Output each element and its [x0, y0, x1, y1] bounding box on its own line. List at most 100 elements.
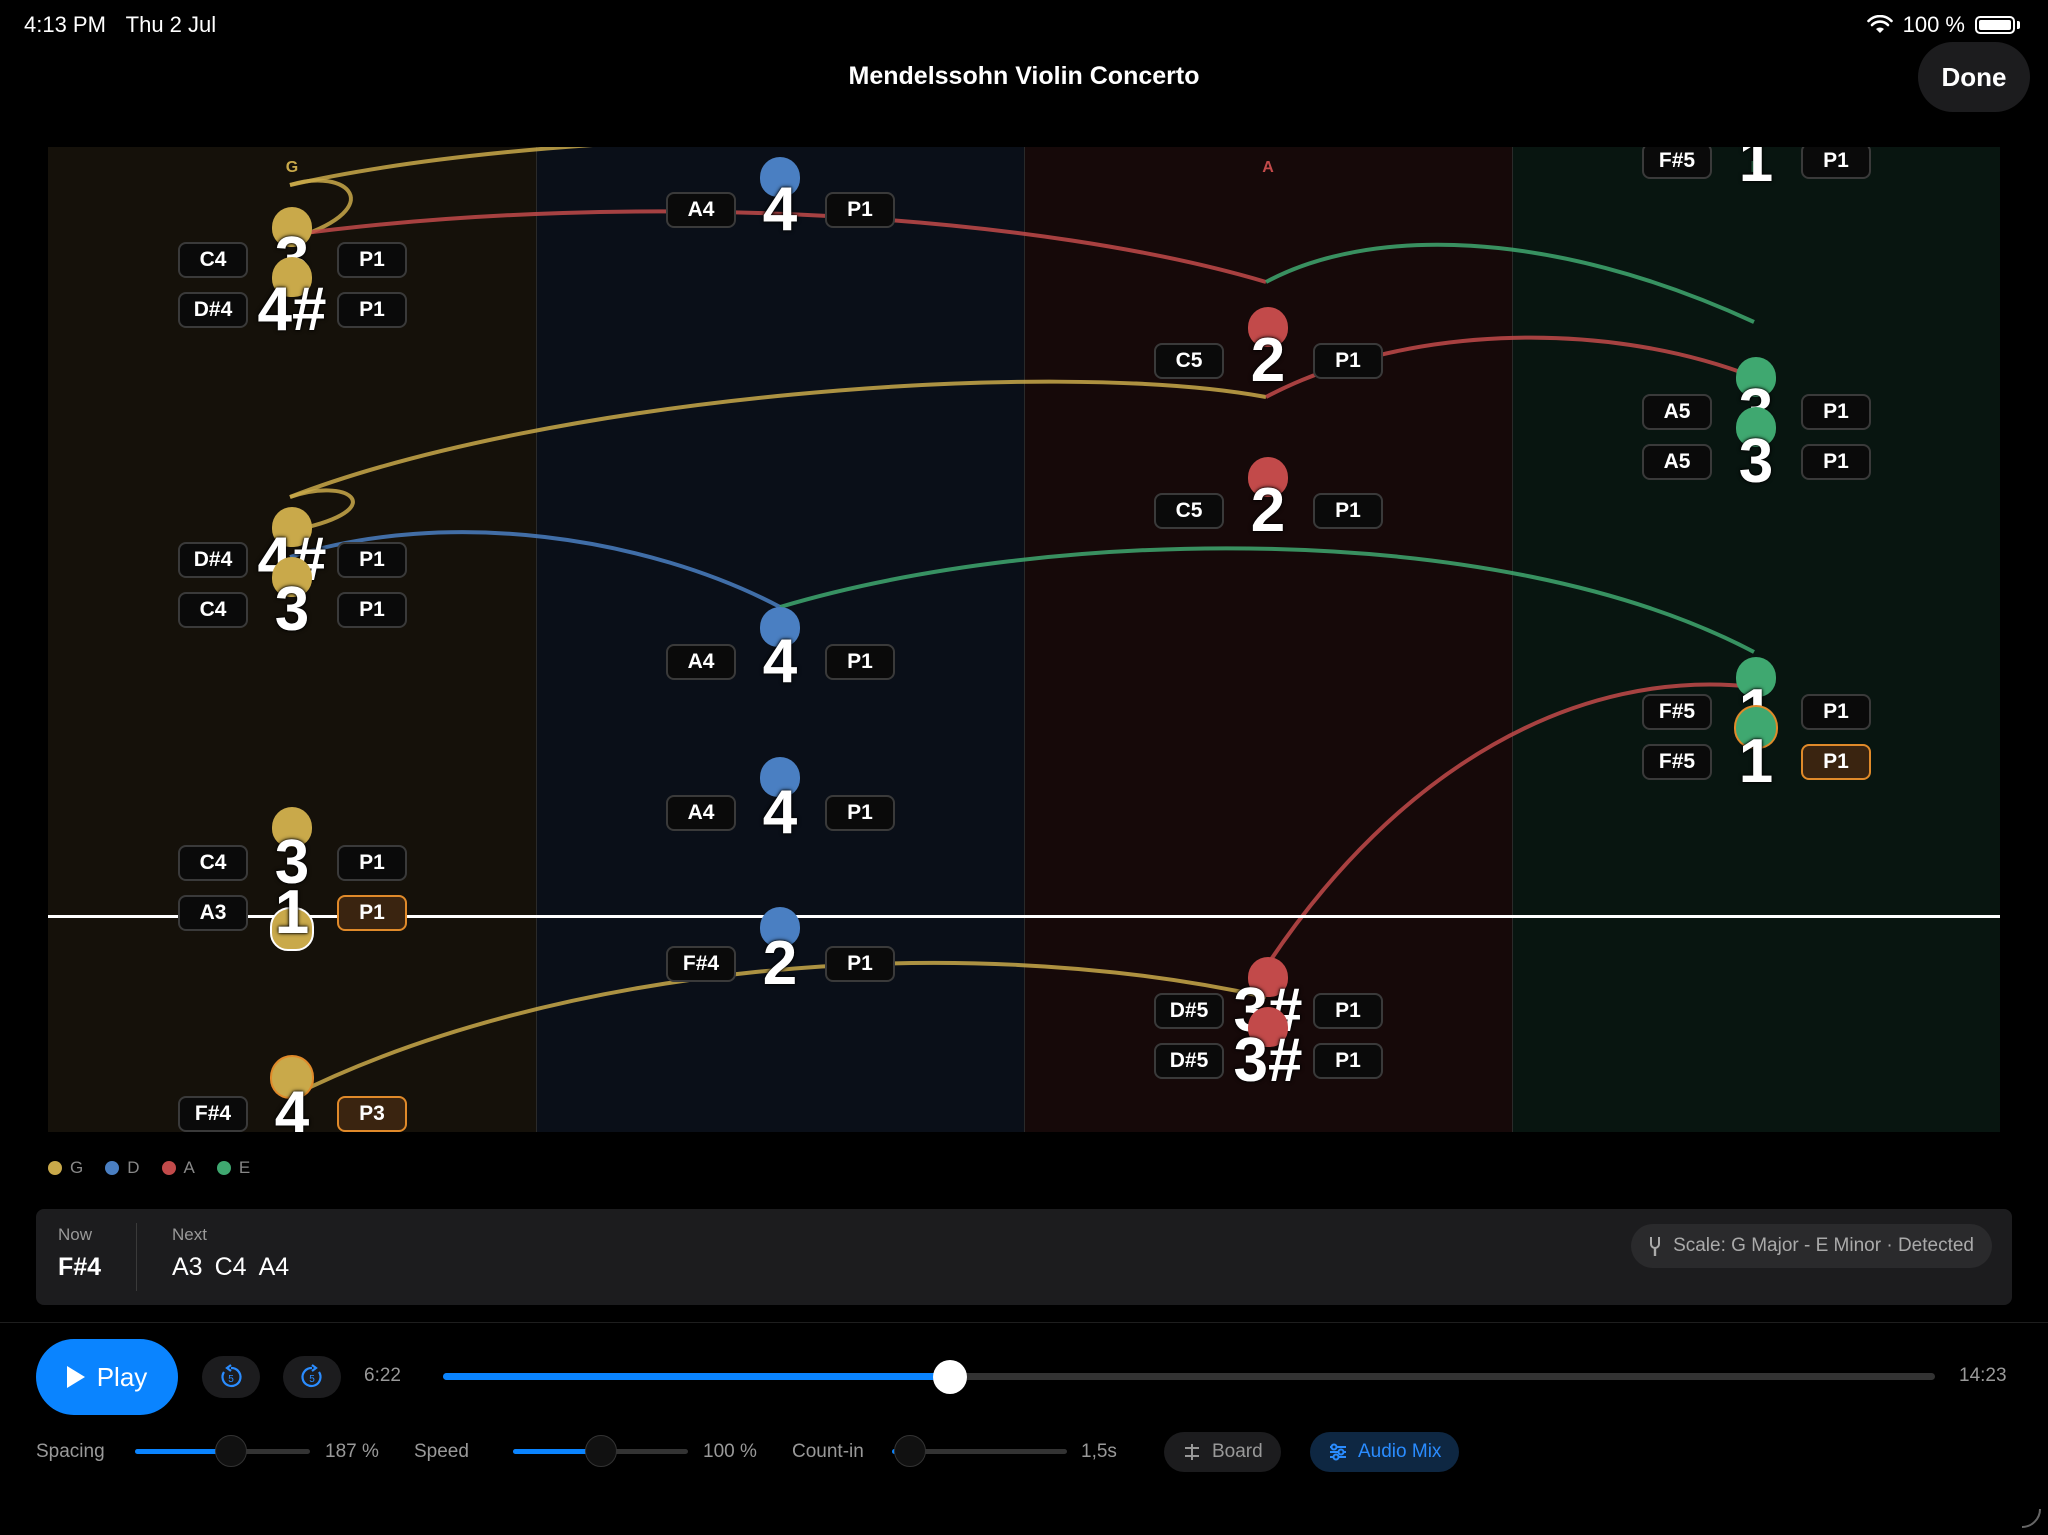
position-tag[interactable]: P1 — [825, 192, 895, 228]
legend-label: D — [127, 1158, 140, 1177]
battery-tip — [2017, 21, 2020, 29]
position-tag[interactable]: P1 — [1801, 394, 1871, 430]
finger-number: 1 — [1738, 727, 1774, 796]
legend-item: D — [105, 1158, 140, 1178]
position-tag[interactable]: P1 — [1313, 1043, 1383, 1079]
pitch-tag: D#5 — [1154, 1043, 1224, 1079]
pitch-tag: C4 — [178, 242, 248, 278]
legend-label: A — [183, 1158, 195, 1177]
position-tag[interactable]: P1 — [825, 795, 895, 831]
position-tag[interactable]: P1 — [1801, 147, 1871, 179]
status-bar: 4:13 PM Thu 2 Jul 100 % — [0, 0, 2048, 48]
audio-mix-button[interactable]: Audio Mix — [1310, 1432, 1460, 1472]
board-icon — [1185, 1444, 1199, 1460]
legend-swatch — [161, 1161, 176, 1175]
finger-number: 3 — [274, 575, 310, 644]
play-icon — [66, 1366, 85, 1388]
position-tag[interactable]: P3 — [337, 1096, 407, 1132]
divider — [136, 1223, 137, 1291]
pitch-tag: D#4 — [178, 292, 248, 328]
finger-number: 4 — [762, 627, 798, 696]
done-button[interactable]: Done — [1918, 42, 2030, 112]
sliders-icon — [1330, 1443, 1346, 1461]
finger-number: 4 — [274, 1079, 310, 1133]
pitch-tag: C5 — [1154, 493, 1224, 529]
position-tag[interactable]: P1 — [337, 845, 407, 881]
svg-text:5: 5 — [309, 1374, 315, 1385]
page-title: Mendelssohn Violin Concerto — [848, 62, 1200, 90]
spacing-knob[interactable] — [215, 1435, 248, 1467]
play-label: Play — [96, 1361, 148, 1392]
pitch-tag: A4 — [666, 192, 736, 228]
note-connection-arc — [1265, 242, 1755, 324]
progress-slider[interactable] — [443, 1373, 1935, 1380]
position-tag[interactable]: P1 — [337, 292, 407, 328]
string-legend: GDAE — [48, 1158, 250, 1178]
scale-badge[interactable]: Scale: G Major - E Minor · Detected — [1631, 1224, 1992, 1268]
finger-number: 1 — [1738, 147, 1774, 195]
legend-swatch — [105, 1161, 120, 1175]
pitch-tag: A5 — [1642, 394, 1712, 430]
audio-mix-label: Audio Mix — [1358, 1441, 1442, 1462]
scale-text: Scale: G Major - E Minor · Detected — [1673, 1235, 1974, 1256]
position-tag[interactable]: P1 — [337, 542, 407, 578]
pitch-tag: F#5 — [1642, 744, 1712, 780]
legend-item: A — [161, 1158, 195, 1178]
countin-knob[interactable] — [893, 1435, 926, 1467]
finger-number: 2 — [1250, 326, 1286, 395]
finger-number: 1 — [274, 878, 310, 947]
pitch-tag: F#4 — [178, 1096, 248, 1132]
position-tag[interactable]: P1 — [337, 592, 407, 628]
legend-item: G — [48, 1158, 83, 1178]
spacing-label: Spacing — [36, 1441, 105, 1462]
finger-number: 4# — [257, 275, 327, 344]
position-tag[interactable]: P1 — [1313, 993, 1383, 1029]
pitch-tag: C4 — [178, 845, 248, 881]
finger-number: 4 — [762, 175, 798, 244]
finger-number: 2 — [762, 929, 798, 998]
play-button[interactable]: Play — [36, 1339, 178, 1415]
position-tag[interactable]: P1 — [1801, 444, 1871, 480]
wifi-icon — [1866, 15, 1893, 33]
divider — [0, 1322, 2048, 1323]
finger-number: 4 — [762, 778, 798, 847]
now-next-panel: Now F#4 Next A3 C4 A4 Scale: G Major - E… — [36, 1209, 2012, 1305]
speed-knob[interactable] — [584, 1435, 617, 1467]
next-note: C4 — [214, 1253, 247, 1281]
legend-swatch — [48, 1161, 62, 1175]
pitch-tag: D#5 — [1154, 993, 1224, 1029]
spacing-slider[interactable] — [135, 1435, 310, 1467]
position-tag[interactable]: P1 — [825, 946, 895, 982]
battery-percent: 100 % — [1902, 12, 1965, 37]
countin-slider[interactable] — [892, 1435, 1067, 1467]
pitch-tag: A4 — [666, 795, 736, 831]
position-tag[interactable]: P1 — [1313, 493, 1383, 529]
position-tag[interactable]: P1 — [825, 644, 895, 680]
forward-5-button[interactable]: 5 — [283, 1356, 341, 1398]
pitch-tag: C4 — [178, 592, 248, 628]
legend-swatch — [216, 1161, 231, 1175]
legend-label: G — [70, 1158, 84, 1177]
progress-knob[interactable] — [933, 1360, 968, 1394]
position-tag[interactable]: P1 — [337, 895, 407, 931]
next-note: A3 — [172, 1253, 203, 1281]
legend-label: E — [238, 1158, 251, 1177]
board-button[interactable]: Board — [1164, 1432, 1281, 1472]
rewind-5-button[interactable]: 5 — [202, 1356, 260, 1398]
legend-item: E — [216, 1158, 251, 1178]
elapsed-time: 6:22 — [364, 1365, 401, 1386]
pitch-tag: F#4 — [666, 946, 736, 982]
speed-slider[interactable] — [513, 1435, 688, 1467]
position-tag[interactable]: P1 — [1801, 744, 1871, 780]
fingerboard: GDAE C43P1D#44#P1D#44#P1C43P1C43P1A31P1F… — [48, 147, 2000, 1132]
position-tag[interactable]: P1 — [337, 242, 407, 278]
next-values: A3 C4 A4 — [172, 1253, 289, 1282]
position-tag[interactable]: P1 — [1801, 694, 1871, 730]
note-connection-arc — [289, 379, 1267, 499]
countin-value: 1,5s — [1081, 1441, 1117, 1462]
note-connection-arc — [289, 147, 594, 187]
pitch-tag: D#4 — [178, 542, 248, 578]
position-tag[interactable]: P1 — [1313, 343, 1383, 379]
pitch-tag: C5 — [1154, 343, 1224, 379]
tuning-fork-icon — [1650, 1237, 1661, 1256]
